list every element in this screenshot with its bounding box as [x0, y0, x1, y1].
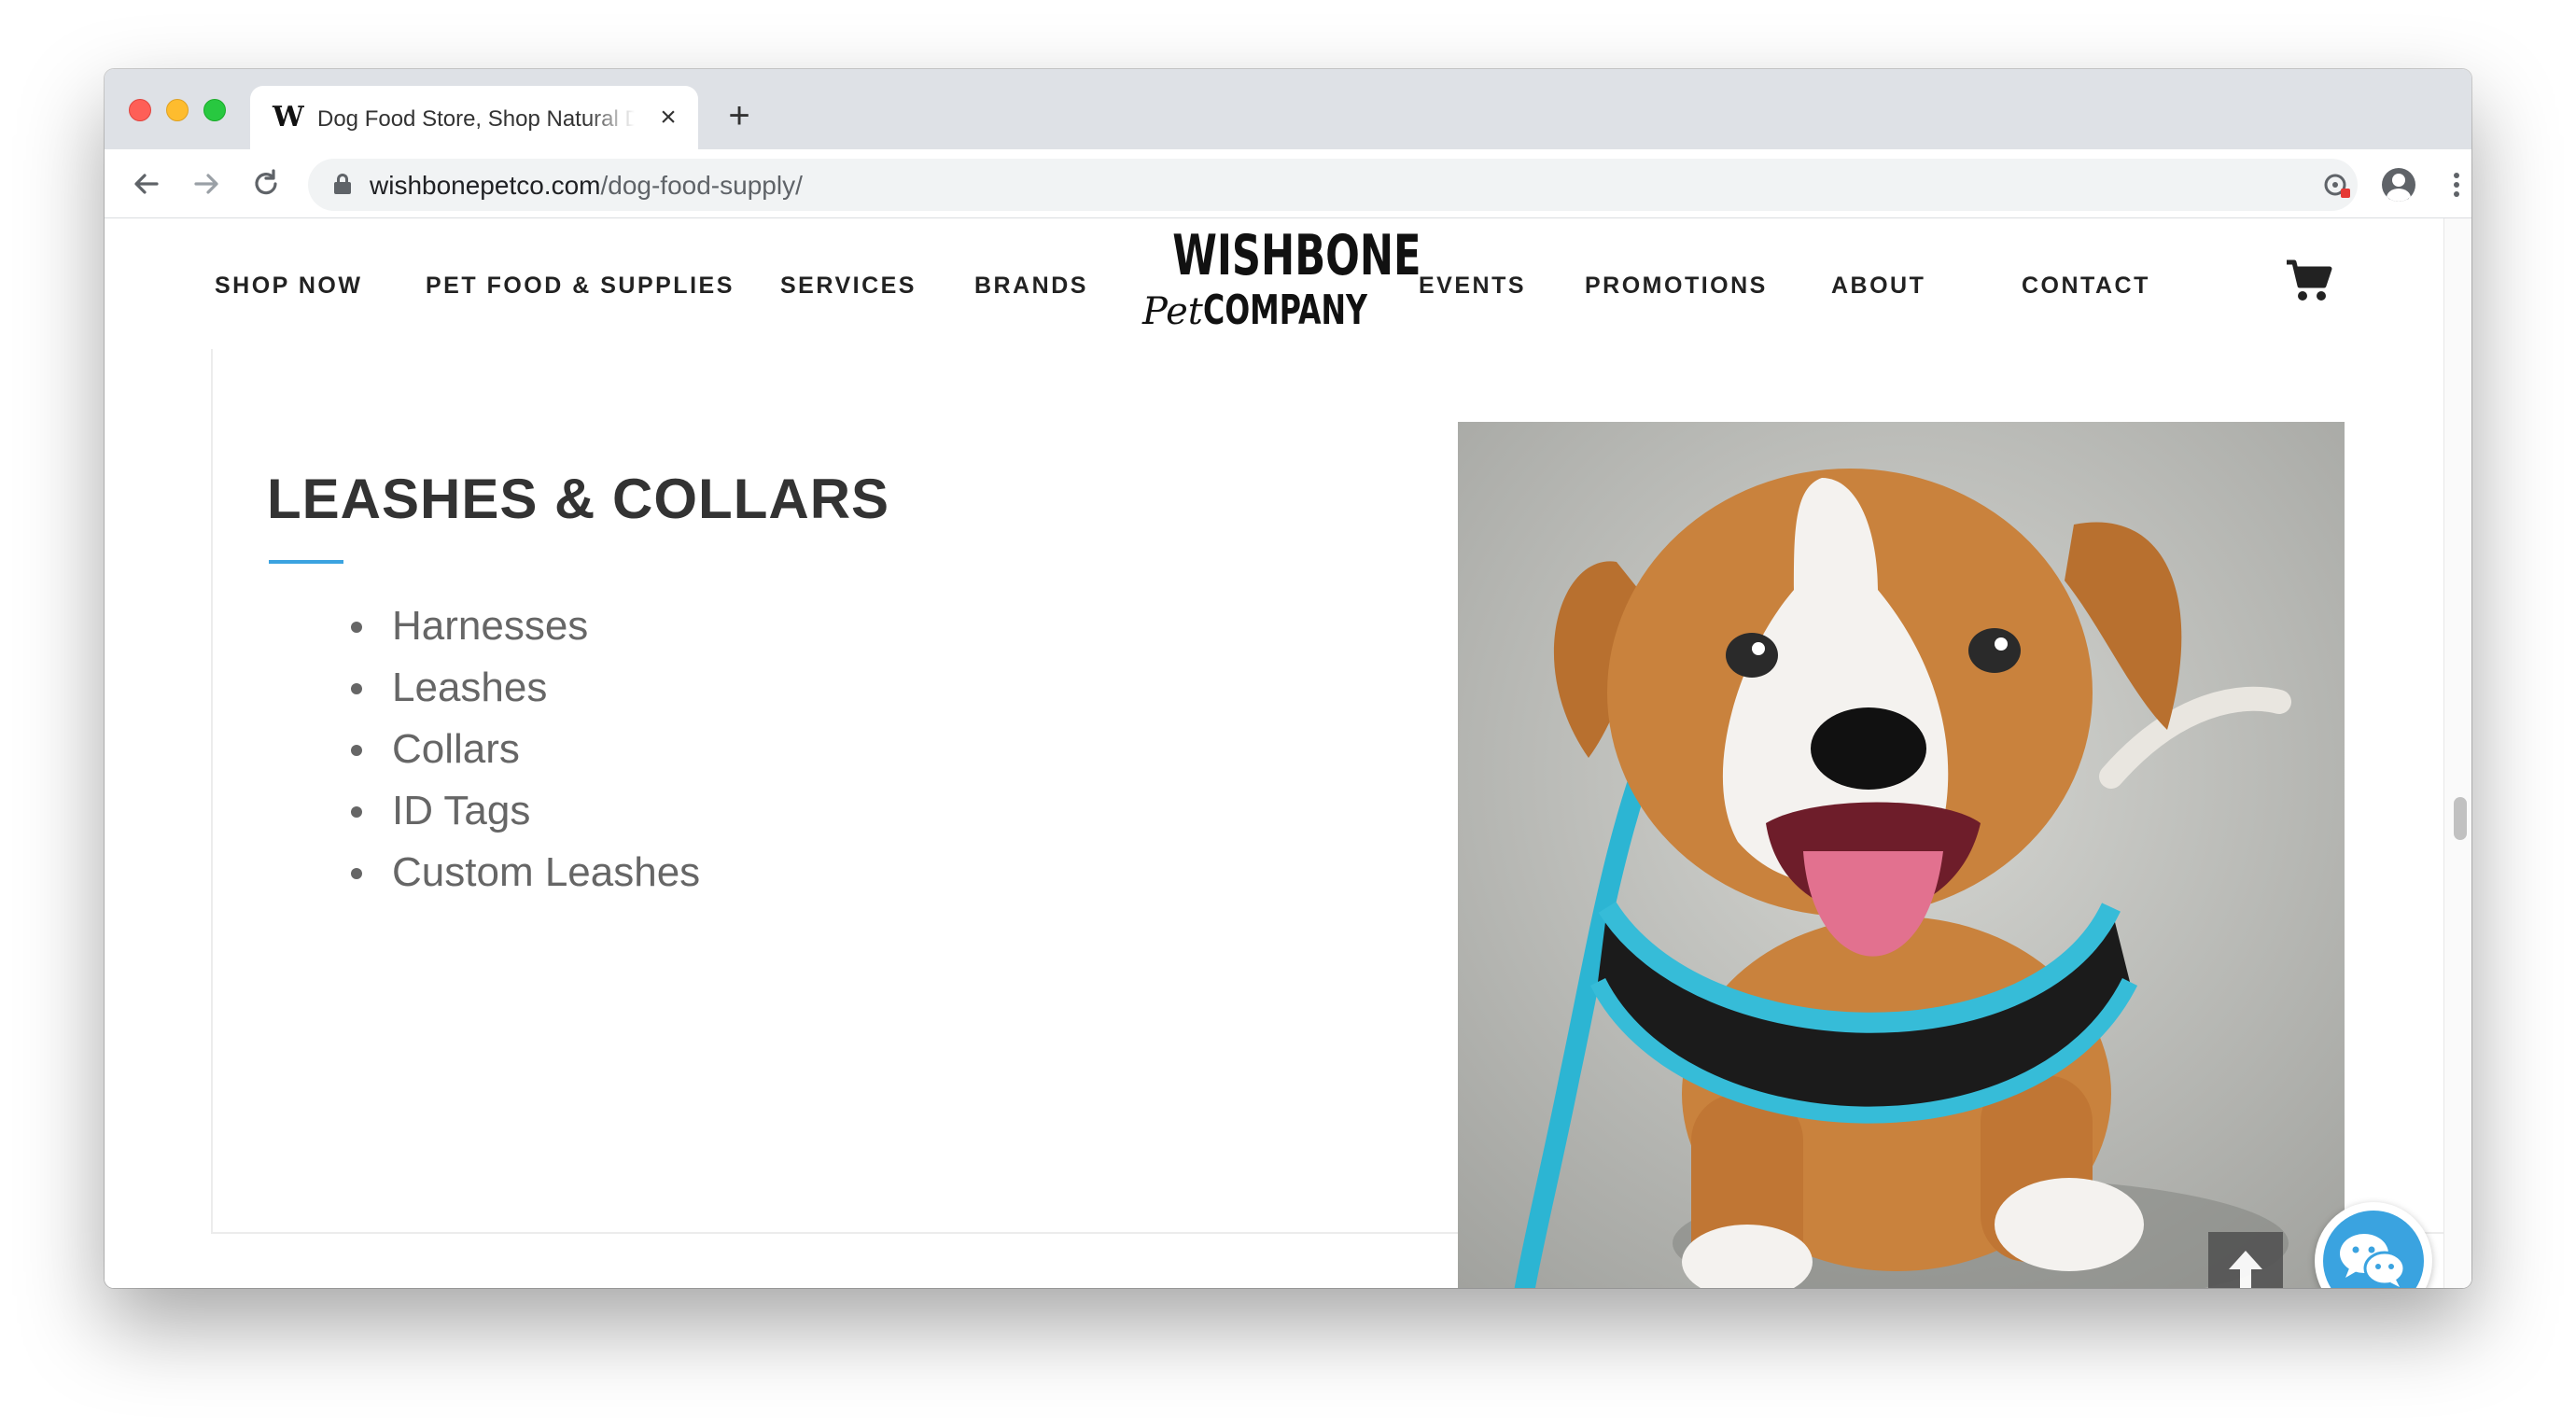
url-host: wishbonepetco.com [370, 171, 601, 200]
list-item-label: Custom Leashes [392, 849, 701, 895]
reload-icon[interactable] [248, 166, 284, 202]
nav-shop-now[interactable]: SHOP NOW [215, 271, 362, 301]
cart-icon[interactable] [2285, 258, 2333, 304]
section-title: LEASHES & COLLARS [267, 468, 890, 530]
site-nav: SHOP NOW PET FOOD & SUPPLIES SERVICES BR… [105, 218, 2443, 349]
browser-window: W Dog Food Store, Shop Natural Dog Food … [105, 69, 2471, 1288]
list-item[interactable]: Harnesses [351, 595, 700, 657]
bullet-icon [351, 868, 362, 879]
extension-icon[interactable] [2320, 168, 2354, 202]
product-list: Harnesses Leashes Collars ID Tags Custom… [351, 595, 700, 903]
profile-icon[interactable] [2380, 166, 2417, 203]
list-item[interactable]: Leashes [351, 657, 700, 719]
favicon-icon: W [273, 101, 304, 133]
title-underline [269, 560, 343, 564]
back-icon[interactable] [129, 166, 164, 202]
puppy-photo [1458, 422, 2345, 1288]
browser-toolbar: wishbonepetco.com/dog-food-supply/ [105, 149, 2471, 218]
logo-subline: PetCOMPANY [1142, 287, 1367, 335]
minimize-window-button[interactable] [166, 99, 189, 121]
list-item[interactable]: ID Tags [351, 780, 700, 842]
scroll-to-top-button[interactable] [2208, 1232, 2283, 1288]
nav-services[interactable]: SERVICES [780, 271, 917, 301]
list-item[interactable]: Custom Leashes [351, 842, 700, 903]
menu-icon[interactable] [2438, 166, 2471, 203]
new-tab-icon[interactable]: + [722, 97, 756, 134]
nav-promotions[interactable]: PROMOTIONS [1585, 271, 1768, 301]
bullet-icon [351, 806, 362, 818]
nav-contact[interactable]: CONTACT [2022, 271, 2150, 301]
list-item-label: Leashes [392, 665, 548, 710]
lock-icon[interactable] [334, 174, 351, 194]
logo-company: COMPANY [1202, 287, 1367, 334]
address-bar[interactable]: wishbonepetco.com/dog-food-supply/ [308, 159, 2415, 211]
scrollbar-thumb[interactable] [2454, 797, 2467, 840]
close-window-button[interactable] [129, 99, 151, 121]
logo-pet: Pet [1142, 290, 1203, 333]
bullet-icon [351, 622, 362, 633]
zoom-window-button[interactable] [203, 99, 226, 121]
puppy-illustration [1458, 422, 2345, 1288]
list-item-label: Collars [392, 726, 520, 772]
chat-button[interactable] [2315, 1202, 2432, 1288]
tab-title: Dog Food Store, Shop Natural Dog Food [317, 106, 635, 132]
arrow-up-icon [2229, 1251, 2262, 1288]
list-item-label: ID Tags [392, 788, 531, 833]
page-viewport: SHOP NOW PET FOOD & SUPPLIES SERVICES BR… [105, 218, 2471, 1288]
url-path: /dog-food-supply/ [600, 171, 803, 200]
nav-pet-food-supplies[interactable]: PET FOOD & SUPPLIES [426, 271, 735, 301]
browser-tab[interactable]: W Dog Food Store, Shop Natural Dog Food … [250, 86, 698, 149]
list-item[interactable]: Collars [351, 719, 700, 780]
nav-about[interactable]: ABOUT [1831, 271, 1925, 301]
bullet-icon [351, 745, 362, 756]
nav-brands[interactable]: BRANDS [974, 271, 1088, 301]
close-tab-icon[interactable]: × [653, 103, 683, 133]
url-text[interactable]: wishbonepetco.com/dog-food-supply/ [370, 172, 803, 200]
page-scrollbar[interactable] [2443, 218, 2471, 1288]
tab-strip: W Dog Food Store, Shop Natural Dog Food … [105, 69, 2471, 149]
list-item-label: Harnesses [392, 603, 589, 649]
bullet-icon [351, 683, 362, 694]
logo-wordmark: WISHBONE [1172, 223, 1421, 288]
wechat-icon [2340, 1234, 2406, 1287]
nav-events[interactable]: EVENTS [1419, 271, 1526, 301]
site-logo[interactable]: WISHBONE PetCOMPANY [1142, 223, 1421, 340]
forward-icon[interactable] [189, 166, 224, 202]
